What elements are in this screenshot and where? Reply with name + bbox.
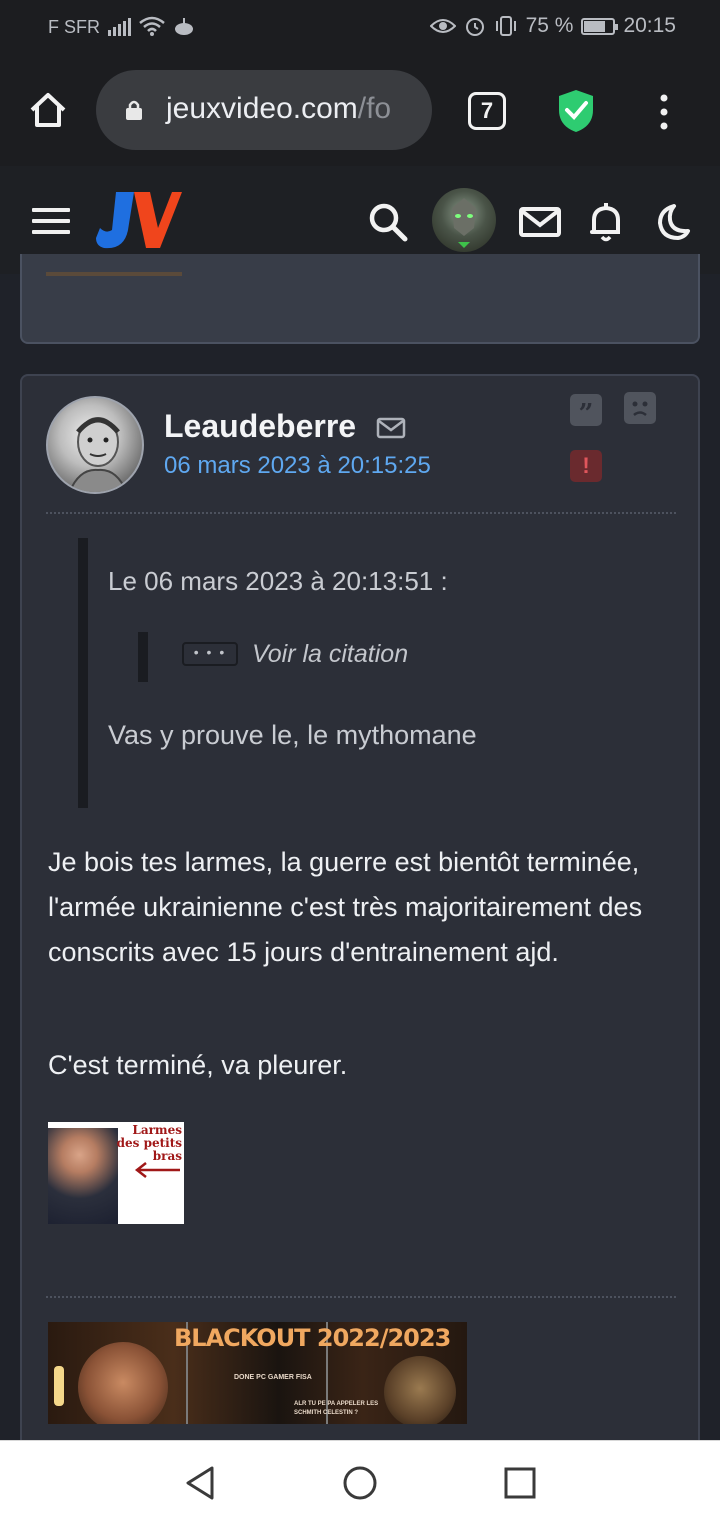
banner-face	[384, 1356, 456, 1424]
previous-post-card	[20, 254, 700, 344]
tabs-button[interactable]: 7	[468, 92, 506, 130]
signal-indicators	[108, 16, 195, 36]
more-vert-icon[interactable]	[654, 92, 674, 132]
browser-toolbar: jeuxvideo.com/fo 7	[0, 56, 720, 166]
search-icon[interactable]	[366, 200, 410, 244]
app-notification-icon	[175, 18, 193, 35]
post-header-divider	[46, 512, 676, 514]
sticker-caption: Larmes des petits bras	[116, 1123, 182, 1163]
user-avatar[interactable]	[432, 188, 496, 252]
post-permalink-date[interactable]: 06 mars 2023 à 20:15:25	[164, 452, 431, 480]
report-button[interactable]: !	[570, 450, 602, 482]
url-domain: jeuxvideo.com	[166, 92, 358, 125]
status-bar: F SFR 75 % 20:15	[0, 0, 720, 56]
recents-icon[interactable]	[500, 1463, 540, 1503]
system-nav-bar	[0, 1440, 720, 1520]
clock: 20:15	[623, 14, 676, 37]
bell-icon[interactable]	[584, 200, 628, 244]
signal-icon	[108, 18, 131, 36]
battery-icon	[581, 17, 619, 35]
back-icon[interactable]	[180, 1463, 220, 1503]
moon-icon[interactable]	[648, 200, 692, 244]
alarm-icon	[465, 18, 484, 36]
home-circle-icon[interactable]	[340, 1463, 380, 1503]
send-mp-icon[interactable]	[376, 416, 406, 440]
banner-line: ALR TU PE PA APPELER LES SCHMITH CELESTI…	[294, 1401, 379, 1416]
mail-icon[interactable]	[518, 200, 562, 244]
sad-face-icon[interactable]	[624, 392, 656, 424]
arrow-icon	[134, 1162, 180, 1178]
author-avatar[interactable]	[46, 396, 144, 494]
nested-quote-label: Voir la citation	[252, 640, 409, 668]
nested-quote-bar	[138, 632, 148, 682]
home-icon[interactable]	[28, 90, 68, 130]
signature-divider	[46, 1296, 676, 1298]
url-text: jeuxvideo.com/fo	[166, 92, 391, 126]
sticker-image[interactable]: Larmes des petits bras	[48, 1122, 184, 1224]
quote-button[interactable]: ”	[570, 394, 602, 429]
author-name[interactable]: Leaudeberre	[164, 408, 356, 445]
url-path: /fo	[357, 92, 392, 125]
banner-line: DONE PC GAMER FISA	[234, 1374, 312, 1381]
status-right: 75 % 20:15	[429, 14, 676, 38]
post-body-paragraph: Je bois tes larmes, la guerre est bientô…	[48, 847, 643, 967]
jv-logo[interactable]	[94, 186, 184, 256]
quote-bar	[78, 538, 88, 808]
post-body-paragraph: C'est terminé, va pleurer.	[48, 1050, 348, 1080]
previous-post-image-edge	[46, 272, 182, 276]
carrier-label: F SFR	[48, 17, 100, 37]
lock-icon	[126, 100, 142, 120]
menu-icon[interactable]	[32, 208, 70, 236]
quote-header: Le 06 mars 2023 à 20:13:51 :	[108, 566, 448, 596]
avatar-art	[452, 198, 476, 248]
quote-text: Vas y prouve le, le mythomane	[108, 720, 477, 750]
adblock-shield-icon[interactable]	[556, 88, 596, 134]
banner-face	[78, 1342, 168, 1424]
battery-percent: 75 %	[525, 14, 574, 37]
url-bar[interactable]: jeuxvideo.com/fo	[96, 70, 432, 150]
eye-icon	[429, 19, 456, 33]
vibrate-icon	[495, 16, 516, 36]
forum-post: Leaudeberre 06 mars 2023 à 20:15:25 ” ! …	[20, 374, 700, 1454]
signature-banner[interactable]: BLACKOUT 2022/2023 DONE PC GAMER FISA AL…	[48, 1322, 467, 1424]
banner-title: BLACKOUT 2022/2023	[174, 1324, 451, 1352]
avatar-portrait	[68, 417, 128, 492]
candle-icon	[54, 1366, 64, 1406]
wifi-icon	[139, 16, 165, 36]
expand-quote-button[interactable]: • • •	[182, 642, 238, 666]
